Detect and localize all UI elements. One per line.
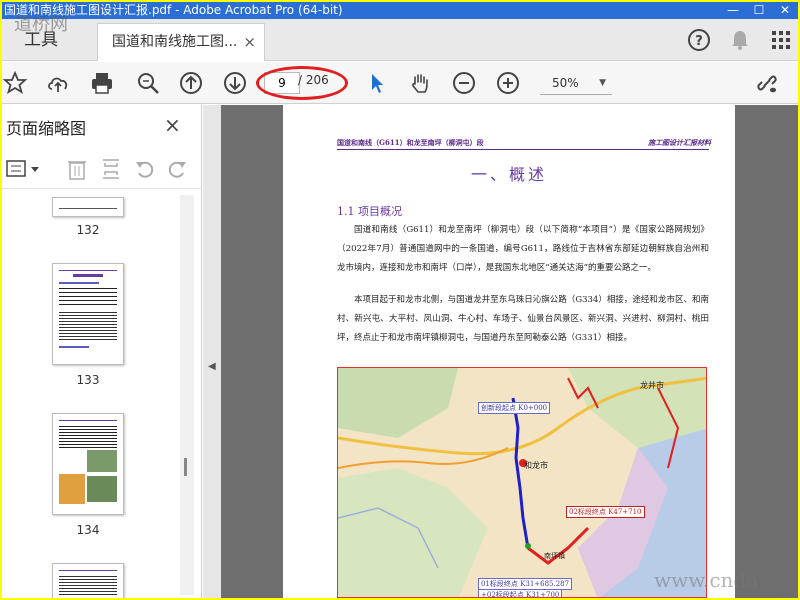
svg-text:?: ? [695,34,703,49]
share-link-icon[interactable] [754,70,780,96]
options-menu-icon[interactable] [6,157,42,181]
page-thumbnail-134[interactable] [52,413,124,515]
document-tab-label: 国道和南线施工图... [112,34,238,50]
watermark: www.cnda [654,568,759,592]
panel-close-button[interactable]: × [164,113,181,137]
thumbnail-label: 134 [76,523,100,537]
document-tab-close-button[interactable]: × [243,24,256,60]
window-controls: — ☐ ✕ [720,2,798,19]
pdf-page: 国道和南线（G611）和龙至南坪（柳洞屯）段 施工图设计汇报材料 一、概述 1.… [283,105,735,598]
tab-row: 工具 国道和南线施工图... × ? [2,19,798,61]
watermark: 道桥网 [14,14,68,35]
panel-title: 页面缩略图 [6,119,87,138]
zoom-in-icon[interactable] [495,70,521,96]
map-label: +02标段起点 K31+700 [478,589,563,597]
page-thumbnail-132[interactable] [52,197,124,217]
select-cursor-icon[interactable] [364,70,390,96]
thumbnail-label: 132 [76,223,100,237]
previous-page-icon[interactable] [178,70,204,96]
zoom-level-select[interactable]: 50% ▼ [540,71,612,95]
scrollbar-thumb[interactable] [184,458,187,476]
apps-grid-icon[interactable] [768,27,794,53]
thumbnail-scrollbar[interactable] [180,195,194,595]
thumbnail-label: 133 [76,373,100,387]
main-toolbar: 9 / 206 50% ▼ [2,62,798,104]
zoom-level-value: 50% [552,76,579,90]
panel-toolbar [2,149,202,189]
page-highlight-annotation [256,66,348,100]
zoom-out-icon[interactable] [451,70,477,96]
panel-collapse-bar[interactable]: ◀ [203,105,221,598]
delete-icon[interactable] [66,157,88,181]
map-city-label: 龙井市 [640,381,664,390]
maximize-button[interactable]: ☐ [746,2,772,19]
zoom-search-icon[interactable] [135,70,161,96]
close-window-button[interactable]: ✕ [772,2,798,19]
bell-icon[interactable] [727,27,753,53]
header-divider [337,149,709,150]
rotate-left-icon[interactable] [134,157,156,181]
map-label: 创新段起点 K0+000 [478,402,551,414]
print-icon[interactable] [89,70,115,96]
chapter-title: 一、概述 [470,165,547,184]
map-city-label: 南坪镇 [544,552,565,560]
tab-document[interactable]: 国道和南线施工图... × [97,23,265,61]
map-label: 02标段终点 K47+710 [566,506,645,518]
route-map: 创新段起点 K0+000 和龙市 龙井市 02标段终点 K47+710 南坪镇 … [337,367,707,598]
page-header-right: 施工图设计汇报材料 [648,138,711,147]
page-thumbnail-135[interactable] [52,563,124,598]
chevron-down-icon: ▼ [599,78,606,88]
next-page-icon[interactable] [222,70,248,96]
hand-tool-icon[interactable] [407,70,433,96]
page-thumbnail-133[interactable] [52,263,124,365]
minimize-button[interactable]: — [720,2,746,19]
help-icon[interactable]: ? [686,27,712,53]
section-title: 1.1 项目概况 [337,205,402,218]
document-view[interactable]: 国道和南线（G611）和龙至南坪（柳洞屯）段 施工图设计汇报材料 一、概述 1.… [221,105,798,598]
upload-cloud-icon[interactable] [45,70,71,96]
bookmark-star-icon[interactable] [2,70,28,96]
paragraph: 国道和南线（G611）和龙至南坪（柳洞屯）段（以下简称“本项目”）是《国家公路网… [337,225,709,273]
page-header-left: 国道和南线（G611）和龙至南坪（柳洞屯）段 [337,138,484,147]
paragraph: 本项目起于和龙市北侧，与国道龙井至东乌珠日沁旗公路（G334）相接，途经和龙市区… [337,295,709,343]
rotate-right-icon[interactable] [166,157,188,181]
chevron-left-icon: ◀ [208,361,216,372]
insert-page-icon[interactable] [100,157,122,181]
map-city-label: 和龙市 [524,461,548,470]
app-window: 国道和南线施工图设计汇报.pdf - Adobe Acrobat Pro (64… [2,2,798,598]
thumbnails-panel: 页面缩略图 × 132 133 134 [2,105,202,598]
title-bar: 国道和南线施工图设计汇报.pdf - Adobe Acrobat Pro (64… [2,2,798,19]
